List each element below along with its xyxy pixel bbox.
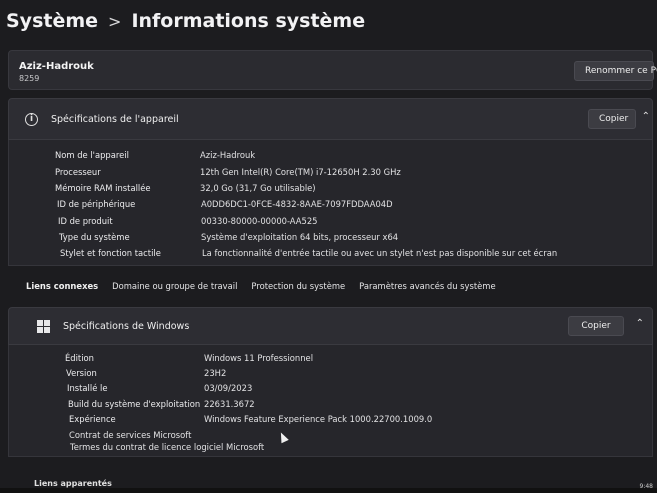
related-links-label: Liens connexes — [26, 281, 99, 291]
windows-value: Windows 11 Professionnel — [204, 353, 314, 363]
windows-specs-title: Spécifications de Windows — [63, 321, 190, 332]
device-key: ID de produit — [58, 216, 113, 226]
info-icon: i — [25, 113, 38, 126]
windows-key: Expérience — [69, 414, 116, 424]
chevron-up-icon[interactable]: ⌃ — [642, 111, 650, 122]
device-value: Aziz-Hadrouk — [200, 150, 256, 160]
device-value: 12th Gen Intel(R) Core(TM) i7-12650H 2.3… — [200, 167, 401, 177]
pc-subtitle: 8259 — [19, 74, 40, 83]
device-value: 00330-80000-00000-AA525 — [201, 216, 318, 226]
device-value: A0DD6DC1-0FCE-4832-8AAE-7097FDDAA04D — [201, 199, 393, 209]
breadcrumb: Système > Informations système — [6, 10, 365, 32]
device-key: Processeur — [55, 167, 101, 177]
device-specs-body: Nom de l'appareil Aziz-Hadrouk Processeu… — [8, 140, 653, 266]
windows-key: Installé le — [67, 383, 108, 393]
windows-specs-body: Édition Windows 11 Professionnel Version… — [8, 345, 653, 457]
device-key: Mémoire RAM installée — [55, 183, 151, 193]
link-system-protection[interactable]: Protection du système — [251, 281, 345, 291]
chevron-up-icon[interactable]: ⌃ — [636, 318, 644, 329]
device-value: 32,0 Go (31,7 Go utilisable) — [200, 183, 316, 193]
device-specs-header[interactable]: i Spécifications de l'appareil Copier ⌃ — [8, 98, 653, 140]
rename-pc-button[interactable]: Renommer ce PC — [574, 61, 657, 81]
chevron-right-icon: > — [108, 11, 122, 31]
device-key: Stylet et fonction tactile — [60, 248, 161, 258]
copy-device-specs-button[interactable]: Copier — [588, 109, 636, 129]
link-microsoft-services-agreement[interactable]: Contrat de services Microsoft — [69, 430, 191, 440]
page-title: Informations système — [131, 10, 366, 32]
taskbar — [0, 488, 657, 493]
link-advanced-settings[interactable]: Paramètres avancés du système — [359, 281, 495, 291]
windows-key: Build du système d'exploitation — [68, 399, 201, 409]
windows-value: 22631.3672 — [204, 399, 255, 409]
device-key: Type du système — [59, 232, 130, 242]
copy-windows-specs-button[interactable]: Copier — [568, 316, 624, 336]
windows-key: Version — [66, 368, 97, 378]
related-links-bar: Liens connexes Domaine ou groupe de trav… — [26, 276, 657, 296]
windows-logo-icon — [37, 320, 50, 333]
windows-value: Windows Feature Experience Pack 1000.227… — [204, 414, 433, 424]
taskbar-clock: 9:48 — [639, 483, 653, 490]
related-section-label: Liens apparentés — [34, 479, 112, 488]
device-value: La fonctionnalité d'entrée tactile ou av… — [202, 248, 558, 258]
windows-value: 23H2 — [204, 368, 227, 378]
device-value: Système d'exploitation 64 bits, processe… — [201, 232, 399, 242]
windows-key: Édition — [65, 353, 94, 363]
link-microsoft-license-terms[interactable]: Termes du contrat de licence logiciel Mi… — [70, 442, 264, 452]
pc-name: Aziz-Hadrouk — [19, 61, 94, 72]
windows-specs-header[interactable]: Spécifications de Windows Copier ⌃ — [8, 307, 653, 345]
pc-card: Aziz-Hadrouk 8259 Renommer ce PC — [8, 50, 657, 90]
windows-value: 03/09/2023 — [204, 383, 253, 393]
device-key: ID de périphérique — [57, 199, 136, 209]
breadcrumb-root[interactable]: Système — [6, 10, 98, 32]
device-key: Nom de l'appareil — [55, 150, 129, 160]
device-specs-title: Spécifications de l'appareil — [51, 114, 179, 125]
link-domain-workgroup[interactable]: Domaine ou groupe de travail — [112, 281, 237, 291]
